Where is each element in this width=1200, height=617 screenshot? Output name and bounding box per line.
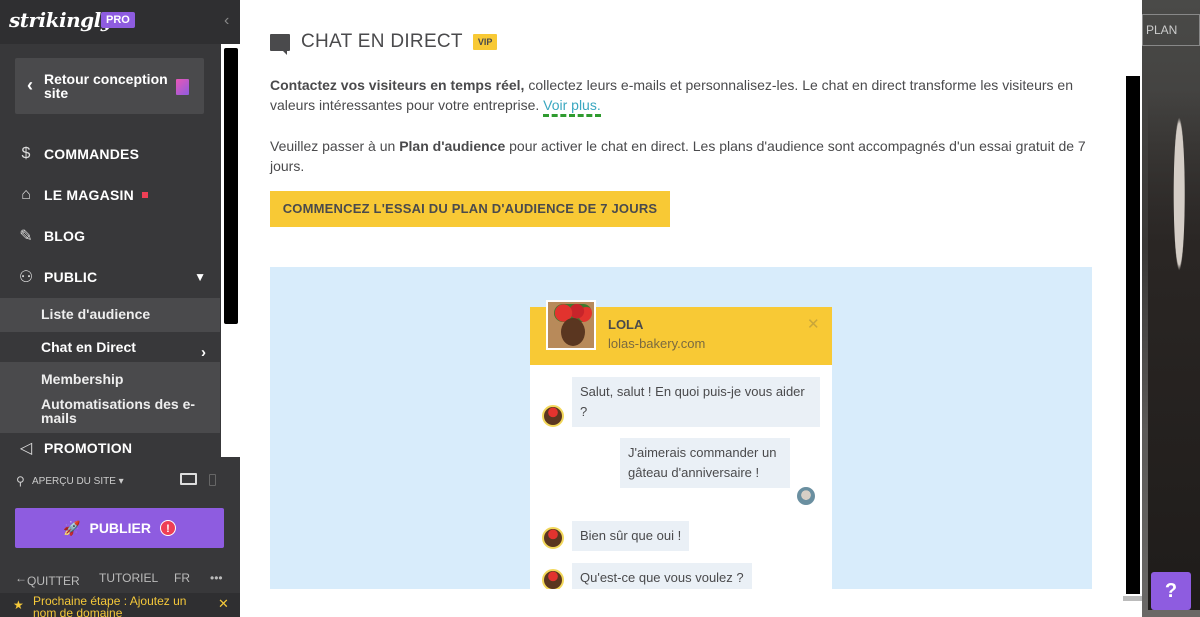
upgrade-text-pre: Veuillez passer à un [270,138,400,154]
close-icon: ✕ [807,316,820,333]
public-submenu: Liste d'audience Chat en Direct › Member… [0,298,220,433]
upgrade-paragraph: Veuillez passer à un Plan d'audience pou… [270,136,1100,176]
preview-label: APERÇU DU SITE [32,476,116,487]
notification-dot [141,192,148,198]
sidebar-item-promotion[interactable]: ◁ PROMOTION [0,438,220,458]
dollar-circle-icon: $ [21,145,31,162]
visitor-mini-avatar [795,485,817,507]
language-select[interactable]: FR [174,571,190,585]
chevron-left-icon: ‹ [27,75,33,95]
sidebar-item-label: COMMANDES [44,146,140,162]
agent-face-image [561,318,585,346]
chat-message: Bien sûr que oui ! [572,521,690,551]
pro-badge: PRO [101,12,135,28]
page-icon [176,79,189,95]
sidebar-item-label: BLOG [44,228,86,244]
sidebar-subitem-live-chat[interactable]: Chat en Direct › [0,332,220,362]
chat-message: J'aimerais commander un gâteau d'anniver… [620,438,790,488]
sidebar-item-public[interactable]: ⚇ PUBLIC ▼ [0,258,220,296]
sidebar-item-blog[interactable]: ✎ BLOG [0,217,220,255]
more-menu-icon[interactable]: ••• [210,571,223,585]
quit-link[interactable]: ← QUITTER [15,571,80,588]
sidebar-item-magasin[interactable]: ⌂ LE MAGASIN [0,176,220,214]
chat-widget-preview: LOLA lolas-bakery.com ✕ Salut, salut ! E… [270,267,1092,589]
vip-badge: VIP [472,34,498,50]
publish-label: PUBLIER [89,520,151,536]
chevron-right-icon: › [201,344,206,361]
sidebar-item-commandes[interactable]: $ COMMANDES [0,135,220,173]
chat-window-header: LOLA lolas-bakery.com ✕ [530,300,832,365]
agent-mini-avatar [542,569,564,589]
back-to-design-button[interactable]: ‹ Retour conception site [15,58,204,114]
desktop-icon[interactable] [180,473,197,485]
agent-name: LOLA [608,317,644,332]
back-button-label: Retour conception site [44,71,168,101]
panel-scrollbar-thumb[interactable] [1126,76,1140,594]
agent-site: lolas-bakery.com [608,336,706,351]
mobile-icon[interactable] [209,474,216,486]
store-icon: ⌂ [21,186,31,203]
star-icon: ★ [13,598,24,612]
chat-bubble-icon [270,33,290,55]
chat-window: LOLA lolas-bakery.com ✕ Salut, salut ! E… [530,300,832,589]
people-icon: ⚇ [18,269,34,286]
live-chat-panel: CHAT EN DIRECT VIP Contactez vos visiteu… [240,0,1142,617]
plan-button[interactable]: PLAN [1142,14,1200,46]
site-preview-dropdown[interactable]: APERÇU DU SITE ▾ [32,476,124,487]
publish-button[interactable]: 🚀 PUBLIER ! [15,508,224,548]
sidebar-item-label: PROMOTION [44,440,133,456]
panel-scrollbar-end [1123,596,1142,601]
pen-icon: ✎ [19,228,33,245]
page-title: CHAT EN DIRECT [301,31,463,52]
search-icon: ⚲ [16,474,25,488]
strikingly-logo[interactable]: strikingly [9,8,112,32]
next-step-text: Prochaine étape : Ajoutez un nom de doma… [33,594,187,617]
sidebar-item-label: LE MAGASIN [44,187,134,203]
megaphone-icon: ◁ [19,440,33,457]
start-trial-button[interactable]: COMMENCEZ L'ESSAI DU PLAN D'AUDIENCE DE … [270,191,670,227]
sidebar-item-label: PUBLIC [44,269,98,285]
background-photo [1142,0,1200,617]
editor-sidebar: strikingly PRO ‹ ‹ Retour conception sit… [0,0,240,617]
sidebar-subitem-label: Chat en Direct [41,339,136,355]
warning-icon: ! [159,520,176,536]
chat-message: Salut, salut ! En quoi puis-je vous aide… [572,377,820,427]
sidebar-scrollbar-thumb[interactable] [224,48,238,324]
sidebar-subitem-audience-list[interactable]: Liste d'audience [0,306,220,326]
intro-paragraph: Contactez vos visiteurs en temps réel, c… [270,75,1100,117]
next-step-banner[interactable]: ★ Prochaine étape : Ajoutez un nom de do… [0,593,240,617]
sidebar-subitem-membership[interactable]: Membership [0,371,220,389]
chat-message: Qu'est-ce que vous voulez ? [572,563,752,589]
close-icon[interactable]: ✕ [218,597,229,610]
agent-mini-avatar [542,405,564,427]
help-button[interactable]: ? [1151,572,1191,610]
panel-header: CHAT EN DIRECT VIP [270,30,498,55]
sidebar-header: strikingly PRO ‹ [0,0,240,44]
quit-label: QUITTER [27,574,80,588]
sidebar-footer: ← QUITTER TUTORIEL FR ••• [0,568,240,588]
tutorial-link[interactable]: TUTORIEL [99,571,158,585]
audience-plan-text: Plan d'audience [399,138,506,154]
intro-bold: Contactez vos visiteurs en temps réel, [270,77,525,93]
site-preview-row: ⚲ APERÇU DU SITE ▾ [0,466,240,496]
see-more-link[interactable]: Voir plus. [543,97,601,117]
agent-mini-avatar [542,527,564,549]
collapse-sidebar-icon[interactable]: ‹ [224,12,229,30]
rocket-icon: 🚀 [63,519,81,536]
sidebar-subitem-email-automations[interactable]: Automatisations des e-mails [0,397,220,427]
chevron-down-icon: ▼ [194,270,206,284]
background-person-image [1148,90,1200,610]
agent-avatar [546,300,596,350]
